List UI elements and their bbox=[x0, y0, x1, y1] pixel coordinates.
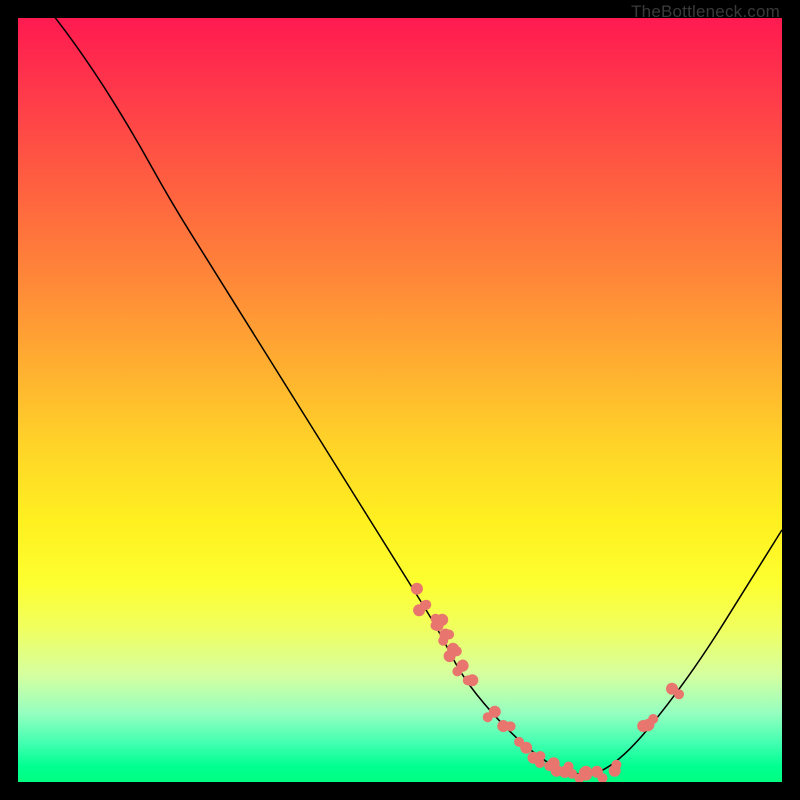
data-point bbox=[446, 650, 456, 660]
data-point bbox=[643, 719, 655, 731]
data-point bbox=[489, 706, 501, 718]
data-point bbox=[548, 757, 560, 769]
chart-svg bbox=[18, 18, 782, 782]
data-point bbox=[580, 769, 592, 781]
bottleneck-curve bbox=[18, 18, 782, 774]
data-points-group bbox=[411, 583, 684, 782]
data-point bbox=[466, 674, 478, 686]
data-point bbox=[458, 660, 468, 670]
data-point bbox=[666, 683, 678, 695]
data-point bbox=[438, 636, 448, 646]
chart-area bbox=[18, 18, 782, 782]
data-point bbox=[497, 720, 509, 732]
data-point bbox=[520, 742, 532, 754]
data-point bbox=[432, 619, 444, 631]
watermark-text: TheBottleneck.com bbox=[631, 2, 780, 22]
data-point bbox=[609, 765, 621, 777]
data-point bbox=[411, 583, 423, 595]
data-point bbox=[535, 751, 545, 761]
data-point bbox=[420, 600, 430, 610]
